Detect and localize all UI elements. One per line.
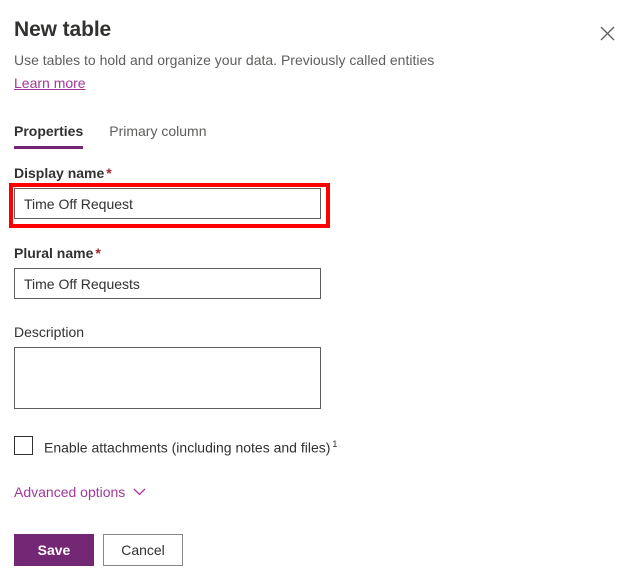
tab-properties[interactable]: Properties [14,121,83,149]
footnote-marker: 1 [332,439,337,449]
panel-footer: Save Cancel [14,534,183,566]
tab-list: Properties Primary column [0,115,636,149]
advanced-options-toggle[interactable]: Advanced options [14,482,146,502]
plural-name-input[interactable] [14,268,321,299]
description-label: Description [14,322,622,342]
panel-header: New table Use tables to hold and organiz… [0,0,636,93]
display-name-input[interactable] [14,188,321,219]
plural-name-field-group: Plural name* [14,243,622,299]
new-table-panel: New table Use tables to hold and organiz… [0,0,636,588]
required-asterisk: * [106,165,111,181]
close-icon [600,26,615,41]
plural-name-label: Plural name* [14,243,622,263]
required-asterisk: * [95,245,100,261]
page-title: New table [14,16,622,44]
display-name-field-group: Display name* [14,163,622,219]
learn-more-link[interactable]: Learn more [14,73,86,93]
close-button[interactable] [592,18,622,48]
field-spacer [14,219,622,243]
display-name-label: Display name* [14,163,622,183]
tab-primary-column[interactable]: Primary column [109,121,206,149]
cancel-button[interactable]: Cancel [103,534,183,566]
new-table-form: Display name* Plural name* Description E… [0,163,636,502]
field-spacer [14,299,622,322]
advanced-options-label: Advanced options [14,482,125,502]
enable-attachments-checkbox[interactable] [14,436,33,455]
description-textarea[interactable] [14,347,321,409]
enable-attachments-label: Enable attachments (including notes and … [44,434,337,458]
enable-attachments-checkbox-row[interactable]: Enable attachments (including notes and … [14,434,622,458]
panel-subtitle: Use tables to hold and organize your dat… [14,50,622,70]
chevron-down-icon [133,484,146,499]
description-field-group: Description [14,322,622,409]
save-button[interactable]: Save [14,534,94,566]
